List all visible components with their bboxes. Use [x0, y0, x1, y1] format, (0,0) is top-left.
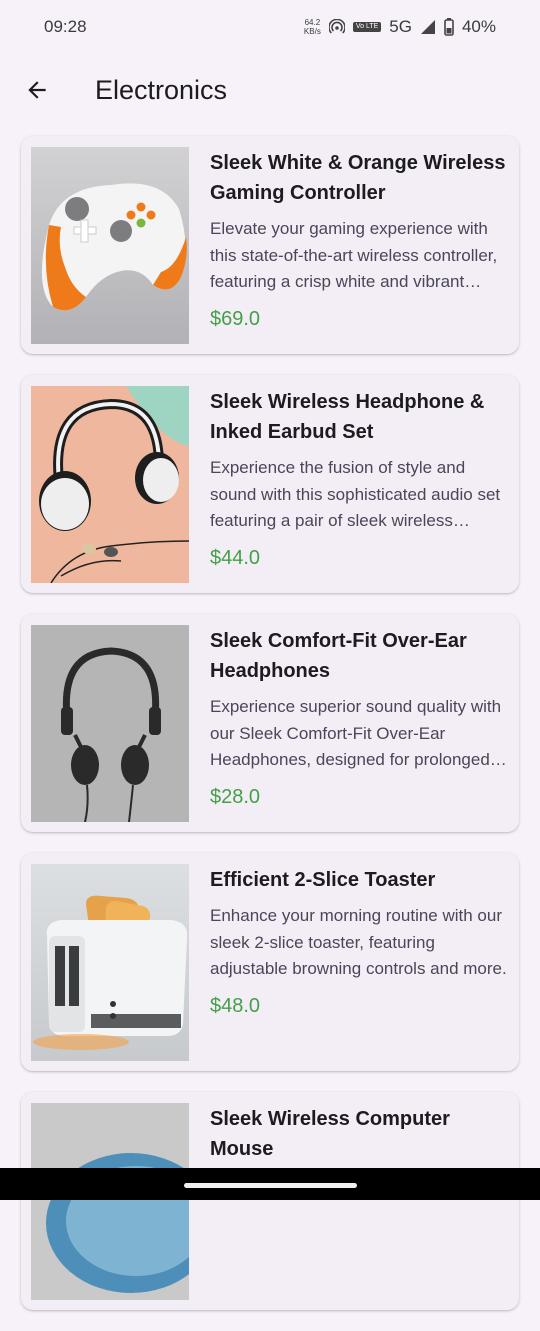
- network-type: 5G: [389, 17, 412, 36]
- signal-icon: [420, 19, 436, 35]
- product-description: Enhance your morning routine with our sl…: [210, 906, 507, 978]
- product-image-controller: [31, 147, 189, 344]
- network-speed: 64.2 KB/s: [303, 18, 321, 36]
- product-name: Sleek Wireless Headphone & Inked Earbud …: [210, 391, 485, 443]
- product-name: Sleek Wireless Computer Mouse: [210, 1108, 450, 1160]
- hotspot-icon: [328, 19, 345, 35]
- product-card[interactable]: Sleek Comfort-Fit Over-Ear Headphones Ex…: [21, 614, 519, 832]
- product-price: $69.0: [210, 307, 261, 330]
- status-bar: 09:28 64.2 KB/s Vo LTE 5G 40%: [0, 0, 540, 54]
- product-description: Elevate your gaming experience with this…: [210, 219, 498, 291]
- product-card[interactable]: Sleek Wireless Headphone & Inked Earbud …: [21, 375, 519, 593]
- product-list[interactable]: Sleek White & Orange Wireless Gaming Con…: [21, 136, 519, 1331]
- product-name: Sleek Comfort-Fit Over-Ear Headphones: [210, 630, 467, 682]
- volte-icon: Vo LTE: [352, 22, 382, 32]
- product-price: $28.0: [210, 785, 261, 808]
- back-button[interactable]: [17, 70, 57, 110]
- product-name: Sleek White & Orange Wireless Gaming Con…: [210, 152, 506, 204]
- arrow-back-icon: [28, 81, 46, 99]
- product-description: Experience superior sound quality with o…: [210, 697, 502, 769]
- product-card[interactable]: Efficient 2-Slice Toaster Enhance your m…: [21, 853, 519, 1071]
- product-description: Experience the fusion of style and sound…: [210, 458, 501, 530]
- product-image-mouse: [31, 1103, 189, 1300]
- navigation-bar: [0, 1168, 540, 1200]
- product-image-toaster: [31, 864, 189, 1061]
- product-name: Efficient 2-Slice Toaster: [210, 869, 436, 891]
- product-card[interactable]: Sleek Wireless Computer Mouse: [21, 1092, 519, 1310]
- product-price: $44.0: [210, 546, 261, 569]
- status-time: 09:28: [44, 17, 87, 36]
- product-card[interactable]: Sleek White & Orange Wireless Gaming Con…: [21, 136, 519, 354]
- battery-icon: [444, 18, 454, 36]
- product-image-over-ear-headphones: [31, 625, 189, 822]
- home-indicator[interactable]: [184, 1183, 357, 1188]
- page-title: Electronics: [95, 74, 228, 105]
- product-image-headphones-earbuds: [31, 386, 189, 583]
- battery-percent: 40%: [461, 17, 496, 36]
- product-price: $48.0: [210, 994, 261, 1017]
- app-bar: Electronics: [0, 60, 540, 120]
- status-icons: 64.2 KB/s Vo LTE 5G 40%: [304, 17, 496, 37]
